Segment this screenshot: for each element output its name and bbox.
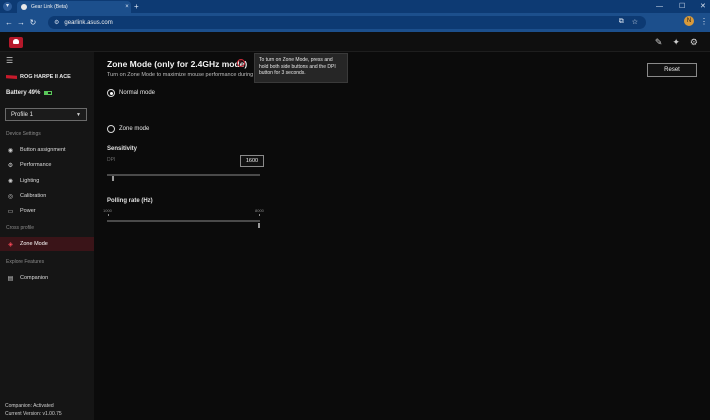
- zone-mode-option[interactable]: Zone mode: [107, 125, 149, 133]
- hamburger-menu-icon[interactable]: ☰: [6, 56, 13, 65]
- app-header: ✎ ✦ ⚙: [0, 32, 710, 52]
- battery-text: Battery 49%: [6, 90, 41, 96]
- device-name: ROG HARPE II ACE: [20, 74, 71, 80]
- minimize-button[interactable]: —: [656, 1, 663, 12]
- tooltip-line: hold both side buttons and the DPI: [259, 63, 336, 70]
- translate-icon[interactable]: ⧉: [619, 18, 624, 26]
- profile-avatar[interactable]: N: [684, 16, 694, 26]
- polling-slider-track[interactable]: [107, 220, 260, 222]
- polling-min-label: 1000: [103, 208, 112, 213]
- page-description: Turn on Zone Mode to maximize mouse perf…: [107, 72, 258, 78]
- normal-mode-label: Normal mode: [119, 90, 156, 96]
- new-tab-button[interactable]: +: [134, 1, 139, 12]
- reload-icon[interactable]: ↻: [27, 18, 39, 27]
- tab-title: Gear Link (Beta): [31, 4, 68, 10]
- address-bar[interactable]: ⚙ gearlink.asus.com ⧉ ☆: [48, 16, 646, 29]
- sidebar-item-label: Companion: [20, 275, 49, 281]
- page-title: Zone Mode (only for 2.4GHz mode): [107, 59, 248, 69]
- battery-icon: [44, 91, 53, 95]
- support-icon[interactable]: ✦: [672, 37, 680, 48]
- normal-mode-option[interactable]: Normal mode: [107, 89, 155, 97]
- dpi-slider-track[interactable]: [107, 174, 260, 176]
- calibration-icon: ◎: [7, 193, 14, 200]
- zone-mode-tooltip: To turn on Zone Mode, press and hold bot…: [254, 53, 348, 83]
- help-icon[interactable]: !: [237, 59, 245, 67]
- dpi-value-input[interactable]: 1600: [240, 155, 264, 167]
- dpi-label: DPI: [107, 157, 116, 163]
- bookmark-star-icon[interactable]: ☆: [632, 18, 638, 26]
- polling-rate-label: Polling rate (Hz): [107, 198, 153, 204]
- browser-toolbar: ← → ↻ ⚙ gearlink.asus.com ⧉ ☆ N ⋮: [0, 13, 710, 32]
- sensitivity-label: Sensitivity: [107, 146, 138, 152]
- settings-icon[interactable]: ⚙: [690, 37, 698, 48]
- polling-max-tick: [259, 214, 260, 216]
- companion-icon: ▤: [7, 275, 14, 282]
- profile-select[interactable]: Profile 1 ▼: [5, 108, 87, 121]
- gear-link-favicon-icon: [21, 4, 27, 10]
- main-content: Zone Mode (only for 2.4GHz mode) ! Turn …: [94, 52, 710, 420]
- sidebar-item-power[interactable]: ▭ Power: [0, 204, 94, 218]
- close-window-button[interactable]: ✕: [700, 1, 706, 12]
- back-icon[interactable]: ←: [3, 18, 15, 27]
- section-device-settings: Device Settings: [6, 131, 41, 137]
- edit-icon[interactable]: ✎: [655, 37, 663, 48]
- tab-search-icon[interactable]: ▾: [3, 2, 12, 11]
- sidebar-item-label: Performance: [20, 162, 52, 168]
- section-explore-features: Explore Features: [6, 259, 45, 265]
- performance-icon: ⚙: [7, 162, 14, 169]
- zone-mode-label: Zone mode: [119, 126, 150, 132]
- lighting-icon: ✺: [7, 178, 14, 185]
- sidebar-item-label: Power: [20, 208, 36, 214]
- sidebar-item-label: Zone Mode: [20, 241, 48, 247]
- browser-menu-icon[interactable]: ⋮: [700, 17, 708, 26]
- device-header: ROG HARPE II ACE: [6, 74, 71, 80]
- tooltip-line: To turn on Zone Mode, press and: [259, 57, 333, 63]
- zone-mode-icon: ◈: [8, 241, 13, 248]
- polling-slider-thumb[interactable]: [258, 223, 260, 228]
- power-icon: ▭: [7, 208, 14, 215]
- sidebar-item-performance[interactable]: ⚙ Performance: [0, 158, 94, 172]
- sidebar-item-lighting[interactable]: ✺ Lighting: [0, 174, 94, 188]
- mouse-icon: ◉: [7, 147, 14, 154]
- app-root: ▾ Gear Link (Beta) × + — ☐ ✕ ← → ↻ ⚙ gea…: [0, 0, 710, 420]
- sidebar-item-zone-mode[interactable]: ◈ Zone Mode: [0, 237, 94, 251]
- browser-tab-gear-link[interactable]: Gear Link (Beta) ×: [17, 1, 131, 13]
- tab-close-icon[interactable]: ×: [123, 4, 131, 10]
- sidebar-item-companion[interactable]: ▤ Companion: [0, 271, 94, 285]
- dpi-slider-thumb[interactable]: [112, 176, 114, 181]
- site-info-icon[interactable]: ⚙: [54, 19, 59, 26]
- sidebar-item-label: Lighting: [20, 178, 40, 184]
- rog-eye-icon: [6, 75, 17, 79]
- forward-icon[interactable]: →: [15, 18, 27, 27]
- polling-min-tick: [108, 214, 109, 216]
- sidebar-item-calibration[interactable]: ◎ Calibration: [0, 189, 94, 203]
- rog-logo-icon: [9, 37, 23, 48]
- section-cross-profile: Cross profile: [6, 225, 35, 231]
- zone-mode-radio[interactable]: [107, 125, 115, 133]
- polling-max-label: 8000: [255, 208, 264, 213]
- current-version: Current Version: v1.00.75: [5, 411, 62, 417]
- battery-status: Battery 49%: [6, 90, 53, 96]
- sidebar-item-button-assignment[interactable]: ◉ Button assignment: [0, 143, 94, 157]
- reset-button[interactable]: Reset: [647, 63, 697, 77]
- maximize-button[interactable]: ☐: [679, 1, 685, 12]
- profile-select-value: Profile 1: [11, 111, 34, 118]
- chevron-down-icon: ▼: [76, 111, 81, 118]
- tooltip-line: button for 3 seconds.: [259, 70, 306, 77]
- browser-tab-strip: ▾ Gear Link (Beta) × + — ☐ ✕: [0, 0, 710, 13]
- companion-status: Companion: Activated: [5, 403, 54, 409]
- sidebar-item-label: Calibration: [20, 193, 47, 199]
- sidebar-item-label: Button assignment: [20, 147, 66, 153]
- normal-mode-radio[interactable]: [107, 89, 115, 97]
- sidebar: ☰ ROG HARPE II ACE Battery 49% Profile 1…: [0, 52, 94, 420]
- url-text: gearlink.asus.com: [64, 19, 113, 26]
